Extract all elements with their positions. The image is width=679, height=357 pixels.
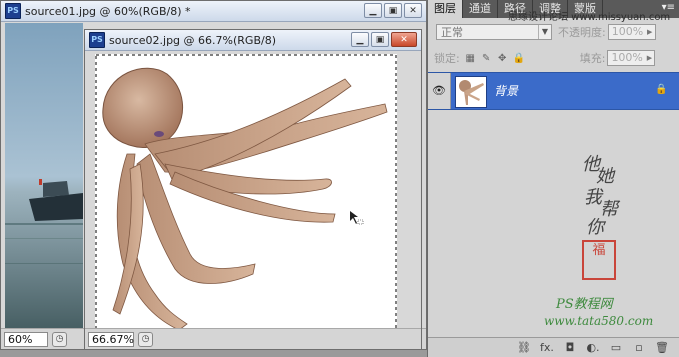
lock-all-icon[interactable]: 🔒	[513, 53, 525, 64]
fill-label: 填充:	[579, 52, 606, 65]
chevron-right-icon: ▶	[647, 28, 653, 36]
lock-position-icon[interactable]: ✥	[497, 53, 508, 64]
chevron-down-icon: ▼	[538, 25, 551, 39]
window-title: source01.jpg @ 60%(RGB/8) *	[25, 4, 191, 18]
maximize-icon: ▣	[375, 34, 385, 45]
close-button[interactable]: ✕	[391, 32, 417, 47]
fx-icon[interactable]: fx.	[540, 341, 554, 354]
opacity-field[interactable]: 100% ▶	[607, 24, 656, 40]
blend-row: 正常 ▼ 不透明度: 100% ▶	[428, 24, 679, 40]
tab-channels[interactable]: 通道	[463, 0, 498, 18]
lock-icon: 🔒	[655, 84, 668, 95]
close-icon: ✕	[409, 5, 417, 16]
eye-icon[interactable]: 👁	[428, 73, 451, 109]
lock-image-icon[interactable]: ✎	[481, 53, 492, 64]
blend-mode-value: 正常	[441, 26, 463, 39]
link-icon[interactable]: ⛓	[517, 341, 531, 354]
canvas-source01[interactable]	[5, 23, 83, 330]
title-bar-source01[interactable]: PS source01.jpg @ 60%(RGB/8) * ▁ ▣ ✕	[1, 1, 426, 22]
fill-value: 100%	[611, 51, 643, 64]
blend-mode-select[interactable]: 正常 ▼	[436, 24, 552, 40]
adjustment-icon[interactable]: ◐.	[586, 341, 600, 354]
watermark-char: 你	[586, 217, 604, 238]
window-controls: ▁ ▣ ✕	[351, 32, 417, 47]
photoshop-icon: PS	[5, 3, 21, 19]
seal-stamp: 福	[582, 240, 616, 280]
layers-panel: 图层 通道 路径 调整 蒙版 ▾≡ 思缘设计论坛 www.missyuan.co…	[427, 0, 679, 357]
lock-row: 锁定: ▦ ✎ ✥ 🔒 填充: 100% ▶	[428, 50, 679, 66]
new-layer-icon[interactable]: ▫	[632, 341, 646, 354]
maximize-button[interactable]: ▣	[384, 3, 402, 18]
layer-thumbnail	[455, 76, 487, 108]
maximize-icon: ▣	[388, 5, 398, 16]
zoom-field[interactable]: 66.67%	[88, 331, 134, 347]
layer-name[interactable]: 背景	[494, 73, 518, 109]
status-bar-source02: 66.67% ◷	[85, 328, 421, 349]
photoshop-icon: PS	[89, 32, 105, 48]
layer-row-background[interactable]: 👁 背景 🔒	[428, 72, 679, 110]
group-icon[interactable]: ▭	[609, 341, 623, 354]
fill-field[interactable]: 100% ▶	[607, 50, 656, 66]
status-info-icon[interactable]: ◷	[52, 331, 67, 347]
window-title: source02.jpg @ 66.7%(RGB/8)	[109, 33, 276, 47]
document-window-source02[interactable]: PS source02.jpg @ 66.7%(RGB/8) ▁ ▣ ✕ 66.…	[84, 29, 422, 350]
minimize-button[interactable]: ▁	[364, 3, 382, 18]
close-button[interactable]: ✕	[404, 3, 422, 18]
zoom-field[interactable]: 60%	[4, 331, 48, 347]
watermark-line1: PS教程网	[556, 297, 613, 312]
panel-bottom-toolbar: ⛓ fx. ◘ ◐. ▭ ▫ 🗑	[428, 337, 679, 357]
close-icon: ✕	[400, 34, 408, 45]
minimize-icon: ▁	[369, 5, 377, 16]
tab-layers[interactable]: 图层	[428, 0, 463, 18]
minimize-icon: ▁	[356, 34, 364, 45]
opacity-label: 不透明度:	[558, 26, 606, 39]
chevron-right-icon: ▶	[646, 54, 653, 62]
lock-transparency-icon[interactable]: ▦	[465, 53, 476, 64]
sea-photo	[5, 23, 83, 330]
lock-label: 锁定:	[434, 52, 460, 65]
maximize-button[interactable]: ▣	[371, 32, 389, 47]
trash-icon[interactable]: 🗑	[655, 341, 669, 354]
canvas-source02[interactable]	[95, 54, 397, 331]
title-bar-source02[interactable]: PS source02.jpg @ 66.7%(RGB/8) ▁ ▣ ✕	[85, 30, 421, 51]
minimize-button[interactable]: ▁	[351, 32, 369, 47]
top-watermark: 思缘设计论坛 www.missyuan.com	[508, 12, 671, 23]
watermark-line2: www.tata580.com	[544, 314, 654, 328]
mask-icon[interactable]: ◘	[563, 341, 577, 354]
status-info-icon[interactable]: ◷	[138, 331, 153, 347]
window-controls: ▁ ▣ ✕	[364, 3, 422, 18]
opacity-value: 100%	[611, 25, 644, 38]
